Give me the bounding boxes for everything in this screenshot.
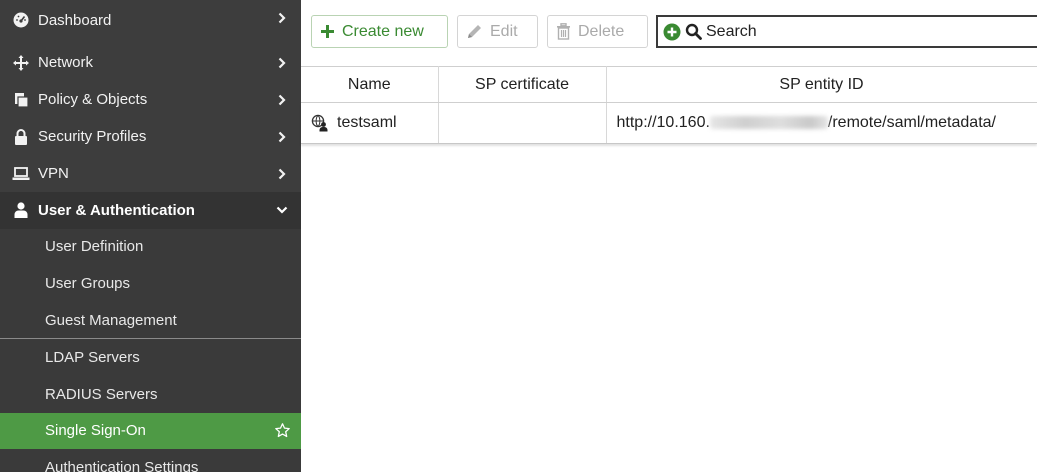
sidebar-subitem-label: Single Sign-On <box>45 422 146 440</box>
cell-sp-entity-id: http://10.160. /remote/saml/metadata/ <box>606 102 1037 144</box>
edit-label: Edit <box>490 22 518 40</box>
sidebar-item-label: Network <box>38 54 94 71</box>
chevron-right-icon <box>275 94 289 106</box>
dashboard-icon <box>12 12 30 28</box>
cell-name: testsaml <box>301 102 439 144</box>
sidebar-item-label: User & Authentication <box>38 201 195 219</box>
sidebar-subitem-label: User Groups <box>45 274 131 292</box>
search-input[interactable] <box>706 22 986 41</box>
trash-icon <box>556 23 571 40</box>
create-new-button[interactable]: Create new <box>311 15 448 48</box>
network-icon <box>12 54 30 71</box>
chevron-right-icon <box>275 168 289 180</box>
sidebar-item-network[interactable]: Network <box>0 44 301 81</box>
sidebar: Dashboard Network Policy & Objects Secur… <box>0 0 301 472</box>
sidebar-item-label: Dashboard <box>38 12 112 29</box>
table-row[interactable]: testsaml http://10.160. /remote/saml/meta… <box>301 102 1037 144</box>
add-filter-icon[interactable] <box>663 23 681 41</box>
search-icon <box>685 23 702 40</box>
chevron-right-icon <box>275 12 289 24</box>
toolbar: Create new Edit Delete <box>301 0 1037 66</box>
sidebar-item-vpn[interactable]: VPN <box>0 155 301 192</box>
lock-icon <box>12 128 30 145</box>
chevron-right-icon <box>275 131 289 143</box>
policy-objects-icon <box>12 92 30 108</box>
sidebar-subitem-single-sign-on[interactable]: Single Sign-On <box>0 412 301 450</box>
sidebar-subitem-label: User Definition <box>45 238 144 256</box>
sidebar-item-user-authentication[interactable]: User & Authentication <box>0 192 301 229</box>
row-name-text: testsaml <box>337 114 397 131</box>
sidebar-subitem-guest-management[interactable]: Guest Management <box>0 301 301 339</box>
sidebar-subitem-radius-servers[interactable]: RADIUS Servers <box>0 375 301 413</box>
edit-button[interactable]: Edit <box>457 15 538 48</box>
pencil-icon <box>466 23 483 40</box>
plus-icon <box>320 24 335 39</box>
sidebar-item-label: Policy & Objects <box>38 91 148 108</box>
search-box[interactable] <box>656 15 1037 48</box>
sidebar-item-security-profiles[interactable]: Security Profiles <box>0 118 301 155</box>
sidebar-subitem-authentication-settings[interactable]: Authentication Settings <box>0 449 301 472</box>
column-header-sp-entity-id[interactable]: SP entity ID <box>606 66 1037 103</box>
saml-user-icon <box>311 114 331 132</box>
sidebar-subitem-label: Authentication Settings <box>45 458 199 472</box>
delete-button[interactable]: Delete <box>547 15 648 48</box>
sidebar-subitem-label: RADIUS Servers <box>45 385 158 403</box>
create-new-label: Create new <box>342 22 424 40</box>
user-icon <box>12 202 30 219</box>
sidebar-subitem-user-groups[interactable]: User Groups <box>0 265 301 302</box>
chevron-down-icon <box>275 206 289 214</box>
sidebar-subitem-user-definition[interactable]: User Definition <box>0 228 301 266</box>
table-header-row: Name SP certificate SP entity ID <box>301 66 1037 103</box>
redacted-blur <box>709 116 828 130</box>
chevron-right-icon <box>275 57 289 69</box>
delete-label: Delete <box>578 22 625 40</box>
cell-sp-certificate <box>438 102 607 144</box>
star-icon[interactable] <box>273 422 291 439</box>
sso-table: Name SP certificate SP entity ID testsam… <box>301 66 1037 144</box>
column-header-name[interactable]: Name <box>301 66 439 103</box>
sidebar-item-label: VPN <box>38 165 69 182</box>
column-header-sp-certificate[interactable]: SP certificate <box>438 66 607 103</box>
sidebar-subitem-label: Guest Management <box>45 311 177 329</box>
vpn-laptop-icon <box>12 166 30 181</box>
sidebar-subitem-label: LDAP Servers <box>45 349 140 367</box>
sidebar-item-policy-objects[interactable]: Policy & Objects <box>0 81 301 118</box>
sidebar-item-label: Security Profiles <box>38 128 147 145</box>
entity-id-prefix: http://10.160. <box>616 114 710 131</box>
sidebar-subitem-ldap-servers[interactable]: LDAP Servers <box>0 339 301 376</box>
sidebar-item-dashboard[interactable]: Dashboard <box>0 0 301 44</box>
entity-id-suffix: /remote/saml/metadata/ <box>827 114 996 131</box>
